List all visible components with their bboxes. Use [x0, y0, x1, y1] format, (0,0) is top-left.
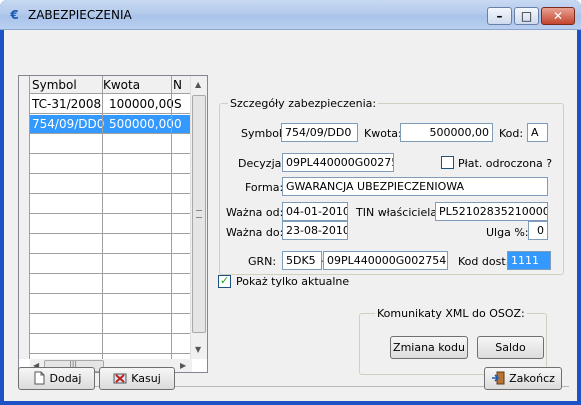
vertical-scroll-thumb[interactable]	[192, 95, 206, 333]
zakoncz-label: Zakończ	[509, 372, 555, 385]
maximize-button[interactable]: □	[514, 7, 539, 25]
wazna-od-field[interactable]: 04-01-2010	[282, 202, 348, 221]
tin-field[interactable]: PL521028352100000	[435, 202, 548, 221]
cell-extra: 0	[174, 117, 182, 131]
kasuj-button[interactable]: Kasuj	[99, 367, 175, 390]
platnosc-odroczona-checkbox[interactable]	[441, 156, 454, 169]
app-icon: €	[10, 8, 19, 22]
zakoncz-button[interactable]: Zakończ	[484, 367, 562, 390]
cell-extra: S	[174, 97, 182, 111]
table-row-selected[interactable]: 754/09/DD0 500000,00 0	[30, 115, 190, 134]
tin-label: TIN właściciela:	[356, 206, 441, 219]
forma-field[interactable]: GWARANCJA UBEZPIECZENIOWA	[282, 177, 548, 196]
table-row-empty[interactable]	[30, 255, 190, 274]
grn-field[interactable]: 09PL440000G002754	[323, 251, 448, 270]
kod-dost-field[interactable]: 1111	[507, 251, 551, 270]
vertical-scrollbar[interactable]: ▲ ▼	[190, 76, 207, 359]
decyzja-label: Decyzja:	[238, 157, 286, 170]
forma-label: Forma:	[245, 181, 284, 194]
symbol-label: Symbol:	[241, 127, 286, 140]
table-row-empty[interactable]	[30, 235, 190, 254]
guarantees-grid[interactable]: Symbol Kwota N TC-31/2008 100000,00 S 75…	[18, 75, 208, 373]
window-title: ZABEZPIECZENIA	[28, 8, 132, 22]
kasuj-label: Kasuj	[131, 372, 161, 385]
table-row-empty[interactable]	[30, 155, 190, 174]
table-row-empty[interactable]	[30, 275, 190, 294]
kwota-field[interactable]: 500000,00	[400, 123, 493, 142]
column-header-kwota[interactable]: Kwota	[103, 78, 140, 92]
table-row-empty[interactable]	[30, 215, 190, 234]
dodaj-button[interactable]: Dodaj	[18, 367, 95, 390]
grip-icon	[196, 210, 202, 218]
dodaj-label: Dodaj	[49, 372, 82, 385]
osoz-legend: Komunikaty XML do OSOZ:	[375, 307, 527, 320]
pokaz-tylko-aktualne-label: Pokaż tylko aktualne	[236, 275, 350, 288]
zmiana-kodu-button[interactable]: Zmiana kodu	[390, 336, 468, 359]
new-document-icon	[32, 371, 46, 385]
details-legend: Szczegóły zabezpieczenia:	[228, 97, 379, 110]
close-button[interactable]: ✕	[541, 7, 575, 25]
table-row-empty[interactable]	[30, 335, 190, 354]
decyzja-field[interactable]: 09PL440000G002754	[282, 153, 394, 172]
maximize-icon: □	[520, 9, 533, 23]
platnosc-odroczona-label: Płat. odroczona ?	[458, 157, 553, 170]
column-header-symbol[interactable]: Symbol	[32, 78, 77, 92]
kod-dost-label: Kod dost.	[458, 255, 510, 268]
kod-field[interactable]: A	[527, 123, 548, 142]
grn-prefix-field[interactable]: 5DK5	[282, 251, 322, 270]
row-indicator-column	[19, 76, 30, 359]
table-row-empty[interactable]	[30, 195, 190, 214]
scroll-down-icon[interactable]: ▼	[195, 345, 201, 354]
column-header-n[interactable]: N	[173, 78, 182, 92]
symbol-field[interactable]: 754/09/DD0	[281, 123, 358, 142]
kwota-label: Kwota:	[364, 127, 402, 140]
column-divider	[102, 76, 103, 359]
title-bar[interactable]: € ZABEZPIECZENIA – □ ✕	[0, 0, 581, 30]
table-row-empty[interactable]	[30, 315, 190, 334]
ulga-field[interactable]: 0	[528, 221, 548, 240]
close-icon: ✕	[552, 9, 564, 23]
exit-door-icon	[491, 371, 505, 385]
wazna-od-label: Ważna od:	[226, 206, 284, 219]
column-divider	[171, 76, 172, 359]
cell-kwota: 100000,00	[109, 97, 174, 111]
delete-icon	[113, 371, 127, 385]
cell-kwota: 500000,00	[109, 117, 174, 131]
app-window: € ZABEZPIECZENIA – □ ✕ Symbol Kwota N TC…	[0, 0, 581, 405]
scroll-up-icon[interactable]: ▲	[195, 80, 201, 89]
wazna-do-field[interactable]: 23-08-2010	[282, 221, 348, 240]
cell-symbol: TC-31/2008	[32, 97, 102, 111]
pokaz-tylko-aktualne-checkbox[interactable]	[218, 274, 231, 288]
table-row[interactable]: TC-31/2008 100000,00 S	[30, 95, 190, 114]
osoz-group: Komunikaty XML do OSOZ: Zmiana kodu Sald…	[359, 307, 547, 375]
grid-header: Symbol Kwota N	[30, 76, 200, 94]
scroll-right-icon[interactable]: ▶	[180, 361, 186, 370]
wazna-do-label: Ważna do:	[226, 226, 284, 239]
cell-symbol: 754/09/DD0	[32, 117, 105, 131]
table-row-empty[interactable]	[30, 295, 190, 314]
minimize-button[interactable]: –	[487, 7, 512, 25]
ulga-label: Ulga %:	[486, 226, 529, 239]
table-row-empty[interactable]	[30, 175, 190, 194]
grn-label: GRN:	[248, 255, 277, 268]
kod-label: Kod:	[499, 127, 524, 140]
table-row-empty[interactable]	[30, 135, 190, 154]
saldo-button[interactable]: Saldo	[477, 336, 544, 359]
minimize-icon: –	[496, 9, 503, 23]
details-group: Szczegóły zabezpieczenia: Symbol: 754/09…	[219, 97, 564, 275]
client-area: Symbol Kwota N TC-31/2008 100000,00 S 75…	[4, 30, 577, 401]
